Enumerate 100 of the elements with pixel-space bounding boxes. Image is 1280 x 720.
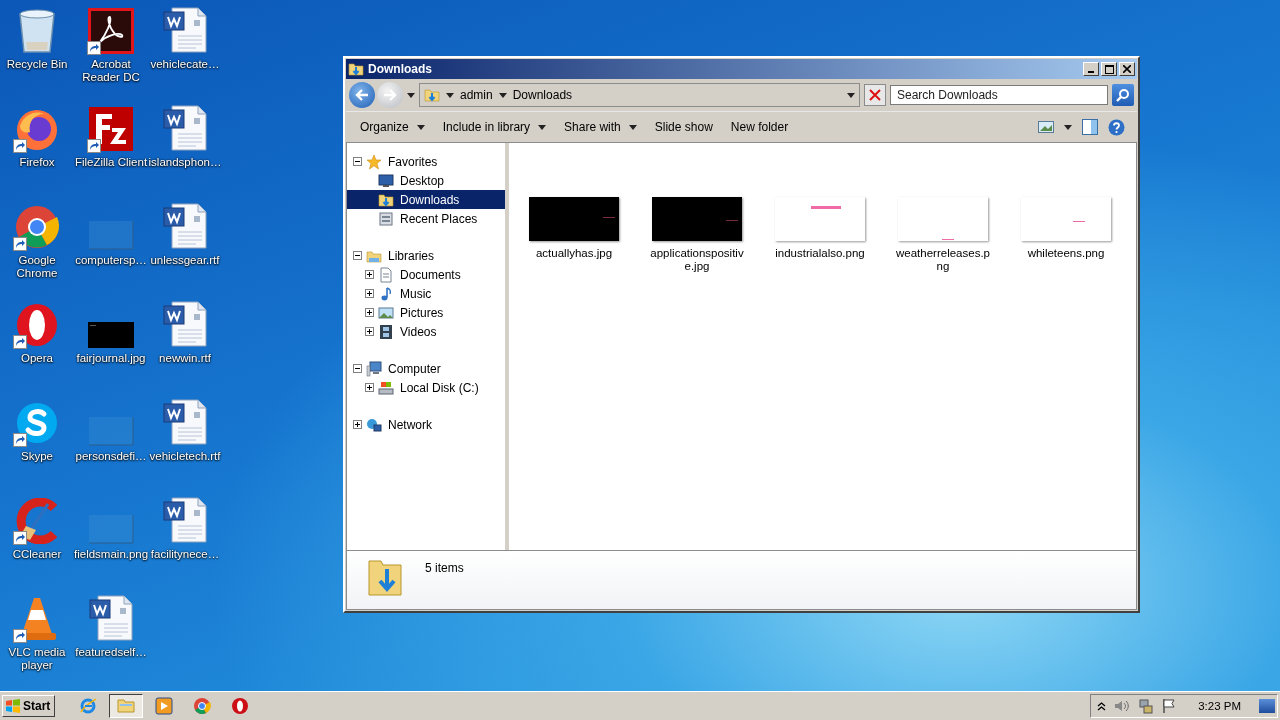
- desktop-icon-label[interactable]: fieldsmain.png: [74, 548, 148, 561]
- caret-icon: [847, 92, 855, 98]
- breadcrumb[interactable]: admin: [460, 88, 493, 102]
- file-name[interactable]: industrialalso.png: [771, 247, 869, 260]
- window-title: Downloads: [368, 62, 433, 76]
- tree-item[interactable]: Local Disk (C:): [347, 378, 505, 397]
- expand-icon[interactable]: [365, 270, 374, 279]
- stop-button[interactable]: [864, 84, 886, 106]
- tree-item[interactable]: Videos: [347, 322, 505, 341]
- desktop-icon-label[interactable]: unlessgear.rtf: [148, 254, 222, 267]
- document-icon: [162, 300, 208, 348]
- file-name[interactable]: weatherreleases.png: [894, 247, 992, 273]
- desktop-icon-label[interactable]: personsdefi…: [74, 450, 148, 463]
- desktop-icon-label[interactable]: Google Chrome: [0, 254, 74, 280]
- image-thumbnail-icon: [88, 514, 134, 544]
- toolbar-button[interactable]: New folder: [722, 115, 797, 139]
- chevron-up-icon[interactable]: [1097, 701, 1107, 711]
- search-button[interactable]: [1112, 84, 1134, 106]
- view-options-icon[interactable]: [1038, 120, 1054, 134]
- toolbar-button[interactable]: Organize: [352, 115, 433, 139]
- minimize-button[interactable]: [1083, 62, 1099, 76]
- back-button[interactable]: [349, 82, 375, 108]
- maximize-button[interactable]: [1101, 62, 1117, 76]
- collapse-icon[interactable]: [353, 157, 362, 166]
- collapse-icon[interactable]: [353, 251, 362, 260]
- toolbar-button[interactable]: Slide show: [646, 115, 721, 139]
- back-arrow-icon: [355, 89, 369, 101]
- file-name[interactable]: whileteens.png: [1017, 247, 1115, 260]
- tree-item[interactable]: Pictures: [347, 303, 505, 322]
- network-icon: [366, 416, 382, 433]
- desktop-icon-label[interactable]: facilitynece…: [148, 548, 222, 561]
- clock[interactable]: 3:23 PM: [1198, 700, 1241, 712]
- tree-item[interactable]: Documents: [347, 265, 505, 284]
- help-icon[interactable]: [1108, 118, 1125, 136]
- start-button[interactable]: Start: [2, 695, 56, 717]
- expand-icon[interactable]: [365, 383, 374, 392]
- caret-icon: [407, 92, 415, 98]
- file-name[interactable]: applicationspositive.jpg: [648, 247, 746, 273]
- filezilla-icon: [88, 106, 134, 152]
- tree-item[interactable]: Desktop: [347, 171, 505, 190]
- breadcrumb[interactable]: Downloads: [512, 88, 573, 102]
- chrome-icon: [193, 697, 212, 715]
- recent-places-icon: [378, 210, 394, 227]
- desktop-icon-label[interactable]: Recycle Bin: [0, 58, 74, 71]
- desktop-icon-label[interactable]: Skype: [0, 450, 74, 463]
- recycle-bin-icon: [17, 8, 57, 54]
- desktop-icon-label[interactable]: Acrobat Reader DC: [74, 58, 148, 84]
- close-button[interactable]: [1119, 62, 1135, 76]
- maximize-icon: [1104, 64, 1114, 74]
- tree-item[interactable]: Recent Places: [347, 209, 505, 228]
- item-count: 5 items: [425, 561, 464, 575]
- opera-icon: [14, 302, 60, 348]
- tree-item[interactable]: Network: [347, 415, 505, 434]
- desktop-icon-label[interactable]: Opera: [0, 352, 74, 365]
- taskbar-button[interactable]: [109, 694, 144, 718]
- desktop-icon-label[interactable]: Firefox: [0, 156, 74, 169]
- folder-icon: [117, 697, 136, 715]
- desktop-icon-label[interactable]: CCleaner: [0, 548, 74, 561]
- tree-item[interactable]: Music: [347, 284, 505, 303]
- desktop-icon-label[interactable]: vehiclecate…: [148, 58, 222, 71]
- image-thumbnail-icon: [88, 416, 134, 446]
- image-thumbnail-icon: [88, 220, 134, 250]
- desktop-icon-label[interactable]: computersp…: [74, 254, 148, 267]
- expand-icon[interactable]: [365, 308, 374, 317]
- expand-icon[interactable]: [353, 420, 362, 429]
- flag-icon[interactable]: [1162, 698, 1177, 714]
- search-field[interactable]: Search Downloads: [890, 85, 1108, 105]
- preview-pane-icon[interactable]: [1082, 119, 1098, 135]
- close-icon: [869, 89, 881, 101]
- desktop-icon-label[interactable]: FileZilla Client: [74, 156, 148, 169]
- expand-icon[interactable]: [365, 327, 374, 336]
- desktop-icon-label[interactable]: islandsphon…: [148, 156, 222, 169]
- network-icon[interactable]: [1138, 698, 1155, 714]
- document-icon: [162, 398, 208, 446]
- tree-item[interactable]: Favorites: [347, 152, 505, 171]
- opera-icon: [231, 697, 250, 715]
- document-icon: [162, 496, 208, 544]
- address-bar[interactable]: admin Downloads: [419, 83, 860, 107]
- speaker-icon[interactable]: [1114, 699, 1131, 713]
- toolbar-button[interactable]: Include in library: [434, 115, 555, 139]
- download-folder-icon: [424, 87, 440, 103]
- tree-item[interactable]: Libraries: [347, 246, 505, 265]
- star-icon: [366, 153, 382, 170]
- acrobat-icon: [88, 8, 134, 54]
- monitor-icon: [378, 172, 394, 189]
- download-folder-icon: [348, 61, 364, 77]
- file-name[interactable]: actuallyhas.jpg: [525, 247, 623, 260]
- desktop-icon-label[interactable]: fairjournal.jpg: [74, 352, 148, 365]
- tree-item[interactable]: Computer: [347, 359, 505, 378]
- desktop-icon-label[interactable]: vehicletech.rtf: [148, 450, 222, 463]
- expand-icon[interactable]: [365, 289, 374, 298]
- toolbar-button[interactable]: Share with: [556, 115, 645, 139]
- windows-flag-icon: [5, 698, 21, 714]
- local-disk-icon: [378, 379, 394, 396]
- collapse-icon[interactable]: [353, 364, 362, 373]
- desktop-icon-label[interactable]: featuredself…: [74, 646, 148, 659]
- film-icon: [378, 323, 394, 340]
- desktop-icon-label[interactable]: newwin.rtf: [148, 352, 222, 365]
- tree-item[interactable]: Downloads: [347, 190, 505, 209]
- desktop-icon-label[interactable]: VLC media player: [0, 646, 74, 672]
